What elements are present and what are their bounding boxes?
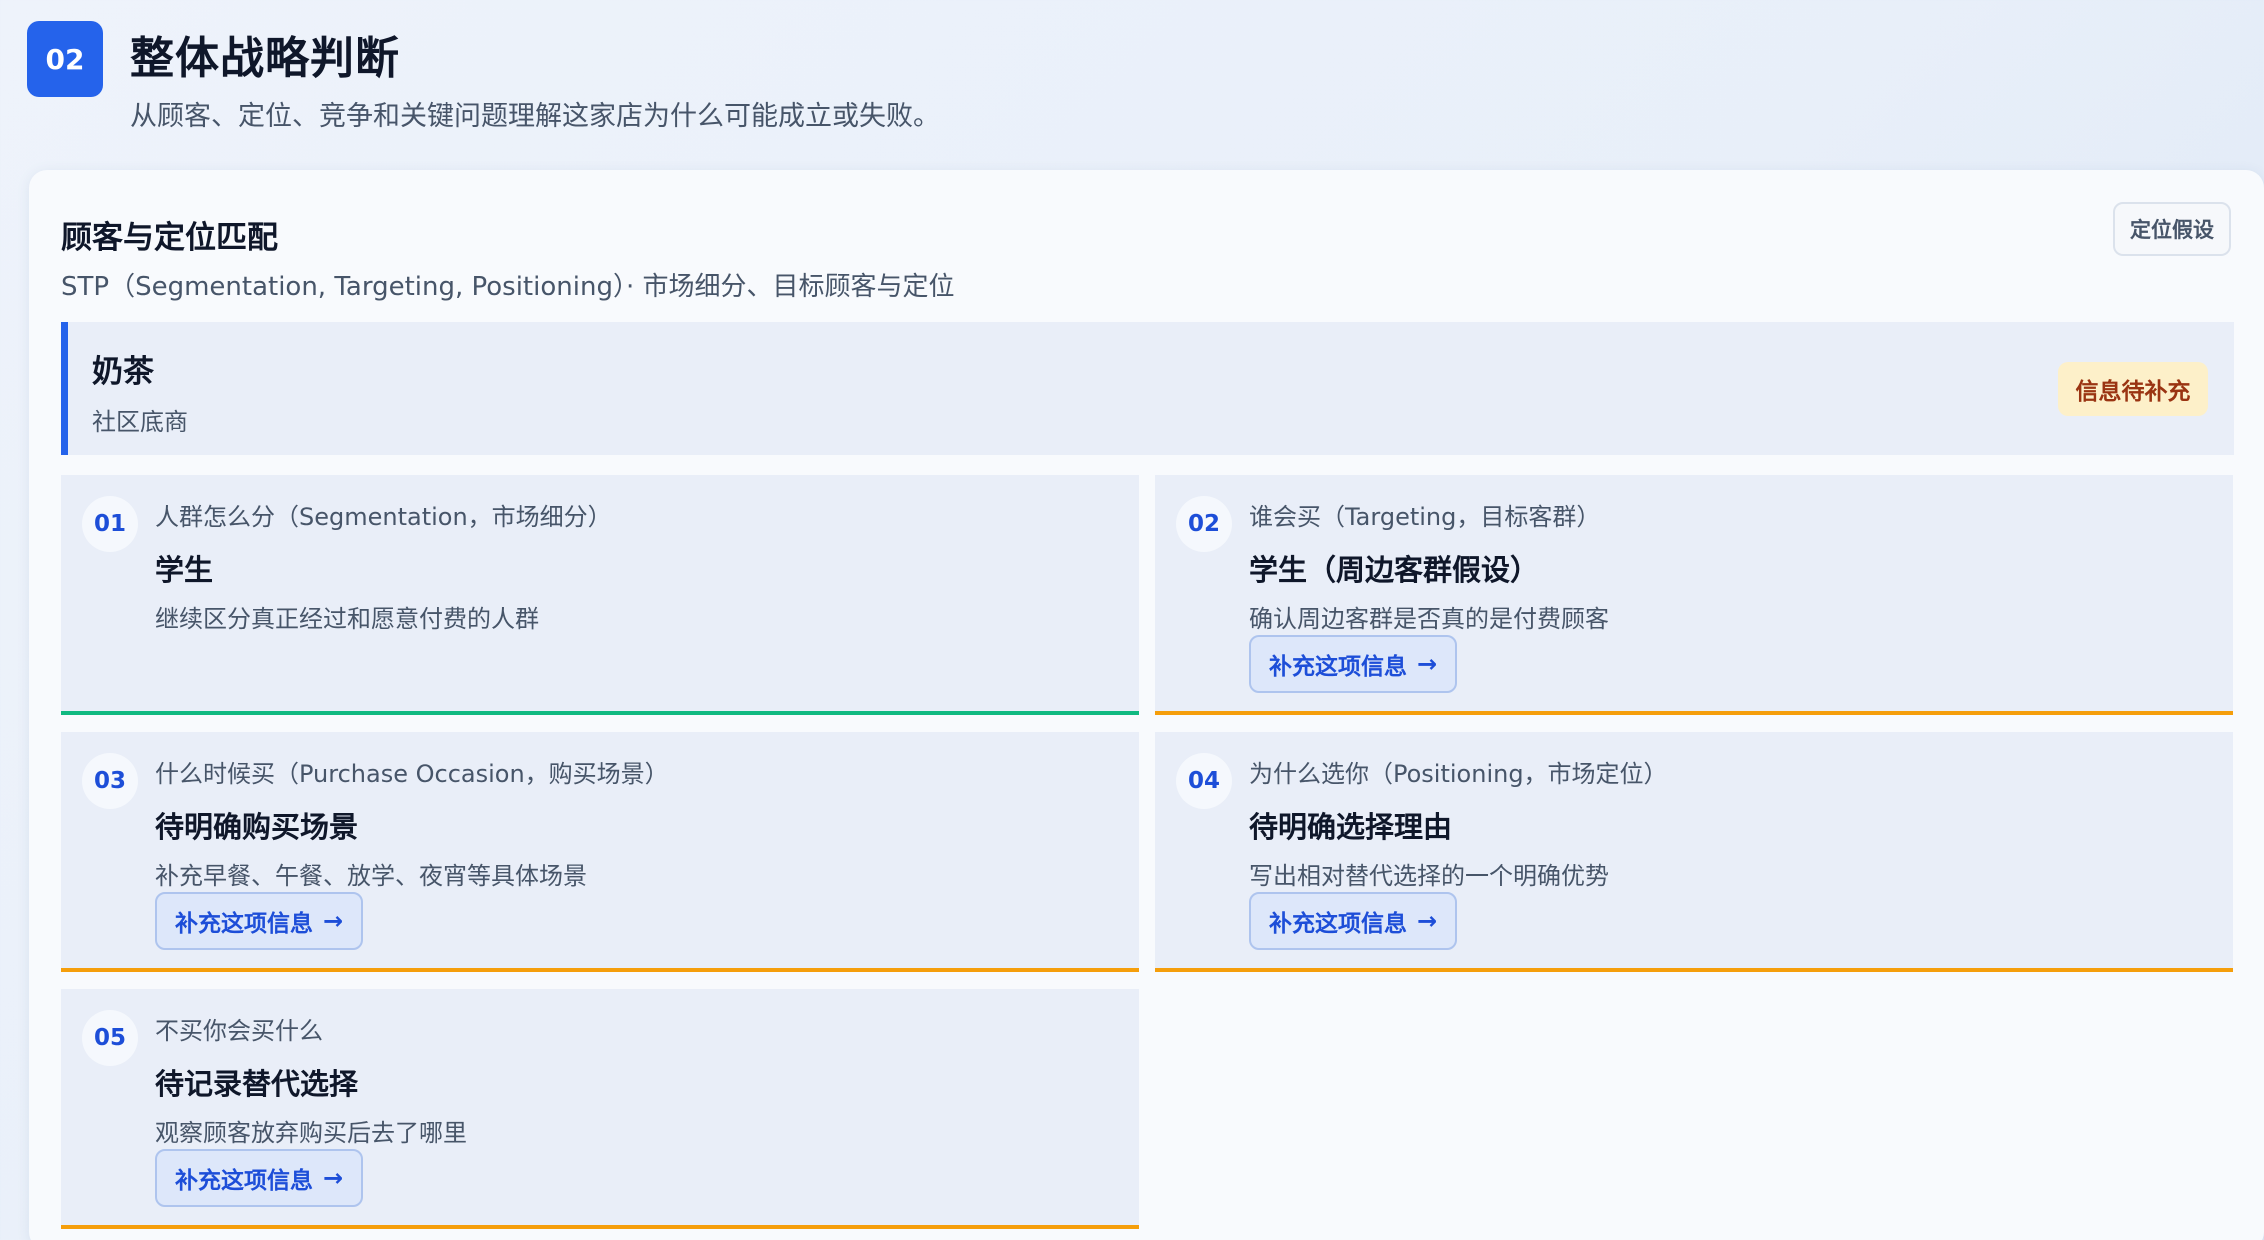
question-number: 01 xyxy=(82,496,138,552)
question-hint: 确认周边客群是否真的是付费顾客 xyxy=(1249,605,1609,633)
question-hint: 观察顾客放弃购买后去了哪里 xyxy=(155,1119,467,1147)
question-label: 谁会买（Targeting，目标客群） xyxy=(1249,503,1601,531)
question-answer: 学生（周边客群假设） xyxy=(1249,553,1540,587)
question-number: 04 xyxy=(1176,753,1232,809)
question-label: 什么时候买（Purchase Occasion，购买场景） xyxy=(155,760,669,788)
add-info-button[interactable]: 补充这项信息 → xyxy=(1249,635,1458,693)
add-info-button[interactable]: 补充这项信息 → xyxy=(155,892,364,950)
question-hint: 写出相对替代选择的一个明确优势 xyxy=(1249,862,1609,890)
question-answer: 待明确选择理由 xyxy=(1249,810,1453,844)
question-hint: 补充早餐、午餐、放学、夜宵等具体场景 xyxy=(155,862,587,890)
store-name: 奶茶 xyxy=(92,354,154,390)
question-answer: 学生 xyxy=(155,553,214,587)
add-info-button-label: 补充这项信息 xyxy=(175,1168,313,1194)
question-answer: 待明确购买场景 xyxy=(155,810,359,844)
add-info-button[interactable]: 补充这项信息 → xyxy=(1249,892,1458,950)
add-info-button[interactable]: 补充这项信息 → xyxy=(155,1149,364,1207)
question-card-segmentation: 01 人群怎么分（Segmentation，市场细分） 学生 继续区分真正经过和… xyxy=(61,475,1139,715)
question-label: 为什么选你（Positioning，市场定位） xyxy=(1249,760,1668,788)
arrow-right-icon: → xyxy=(323,1164,344,1192)
add-info-button-label: 补充这项信息 xyxy=(1269,911,1407,937)
store-banner xyxy=(61,322,2234,455)
arrow-right-icon: → xyxy=(1417,907,1438,935)
question-number: 02 xyxy=(1176,496,1232,552)
question-card-purchase-occasion: 03 什么时候买（Purchase Occasion，购买场景） 待明确购买场景… xyxy=(61,732,1139,972)
page-title: 整体战略判断 xyxy=(130,33,400,84)
question-number: 05 xyxy=(82,1010,138,1066)
question-number: 03 xyxy=(82,753,138,809)
question-answer: 待记录替代选择 xyxy=(155,1067,359,1101)
status-badge: 信息待补充 xyxy=(2058,362,2208,416)
card-title: 顾客与定位匹配 xyxy=(61,220,278,256)
arrow-right-icon: → xyxy=(1417,650,1438,678)
question-label: 人群怎么分（Segmentation，市场细分） xyxy=(155,503,612,531)
question-card-alternatives: 05 不买你会买什么 待记录替代选择 观察顾客放弃购买后去了哪里 补充这项信息 … xyxy=(61,989,1139,1229)
question-hint: 继续区分真正经过和愿意付费的人群 xyxy=(155,605,539,633)
page-subtitle: 从顾客、定位、竞争和关键问题理解这家店为什么可能成立或失败。 xyxy=(130,101,940,132)
question-label: 不买你会买什么 xyxy=(155,1017,323,1045)
question-card-targeting: 02 谁会买（Targeting，目标客群） 学生（周边客群假设） 确认周边客群… xyxy=(1155,475,2233,715)
positioning-hypothesis-tag: 定位假设 xyxy=(2113,202,2231,256)
add-info-button-label: 补充这项信息 xyxy=(1269,654,1407,680)
question-card-positioning: 04 为什么选你（Positioning，市场定位） 待明确选择理由 写出相对替… xyxy=(1155,732,2233,972)
store-location: 社区底商 xyxy=(92,408,188,436)
section-number-badge: 02 xyxy=(27,21,103,97)
card-subtitle: STP（Segmentation, Targeting, Positioning… xyxy=(61,272,955,302)
arrow-right-icon: → xyxy=(323,907,344,935)
add-info-button-label: 补充这项信息 xyxy=(175,911,313,937)
